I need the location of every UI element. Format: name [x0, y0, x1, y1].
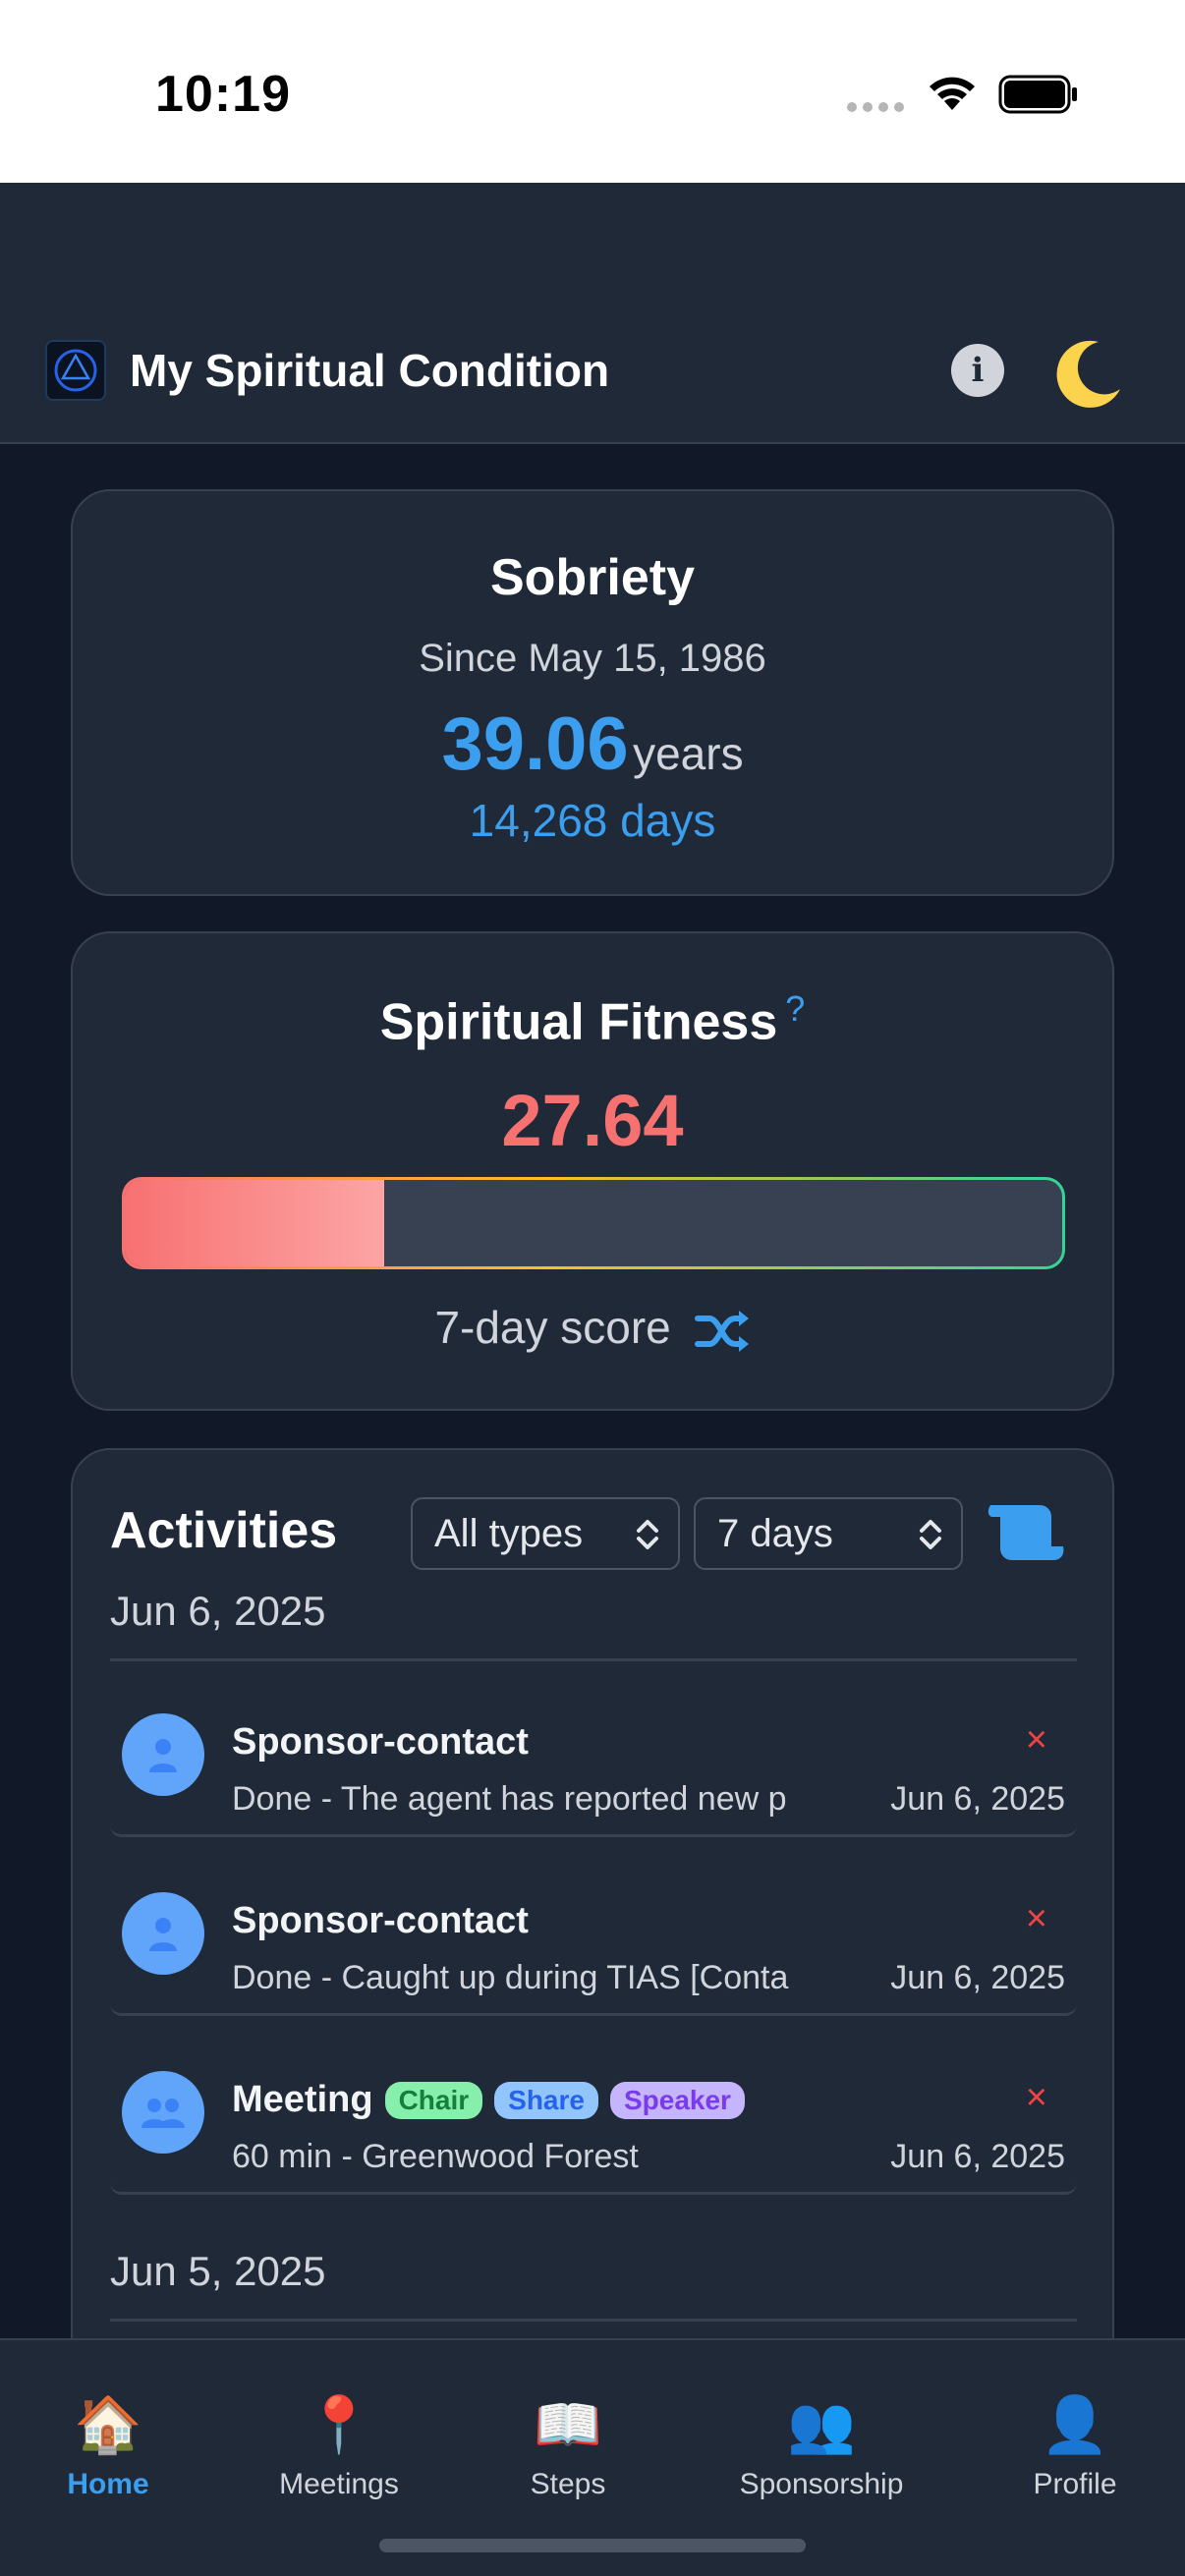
nav-sponsorship[interactable]: 👥 Sponsorship: [723, 2393, 920, 2501]
activity-type-label: Sponsor-contact: [232, 1900, 529, 1941]
group-icon: [141, 2099, 185, 2128]
activity-date-header: Jun 6, 2025: [110, 1588, 326, 1634]
sobriety-years-row: 39.06 years: [73, 701, 1112, 787]
activity-range-select[interactable]: 7 days: [694, 1497, 963, 1570]
activity-type-label: Meeting: [232, 2079, 373, 2120]
fitness-title: Spiritual Fitness: [379, 993, 778, 1051]
delete-activity-button[interactable]: ×: [1026, 1898, 1047, 1940]
wifi-icon: [930, 77, 975, 110]
activity-item[interactable]: Sponsor-contact × Done - Caught up durin…: [110, 1878, 1077, 2016]
person-icon: 👤: [1041, 2393, 1109, 2455]
tag-share: Share: [494, 2081, 598, 2119]
status-time: 10:19: [155, 66, 291, 123]
people-icon: 👥: [787, 2393, 856, 2455]
activity-avatar: [122, 1713, 204, 1796]
info-button[interactable]: i: [951, 344, 1004, 397]
status-bar: 10:19: [0, 0, 1185, 183]
person-icon: [149, 1918, 177, 1951]
nav-steps[interactable]: 📖 Steps: [470, 2393, 666, 2501]
book-icon: 📖: [534, 2393, 602, 2455]
divider: [110, 2319, 1077, 2322]
activity-avatar: [122, 1892, 204, 1975]
select-chevron-icon: [637, 1520, 658, 1549]
activity-date: Jun 6, 2025: [890, 1780, 1065, 1818]
pin-icon: 📍: [305, 2393, 373, 2455]
nav-meetings[interactable]: 📍 Meetings: [241, 2393, 437, 2501]
nav-label: Steps: [530, 2468, 606, 2500]
activity-name: Sponsor-contact: [232, 1900, 529, 1942]
activity-detail: 60 min - Greenwood Forest: [232, 2138, 639, 2175]
tag-chair: Chair: [384, 2081, 483, 2119]
spiritual-fitness-card: Spiritual Fitness? 27.64 7-day score: [71, 931, 1114, 1411]
nav-label: Meetings: [279, 2468, 399, 2500]
cellular-signal-icon: [847, 102, 904, 112]
activity-range-value: 7 days: [717, 1512, 833, 1555]
home-icon: 🏠: [74, 2393, 142, 2455]
nav-home[interactable]: 🏠 Home: [10, 2393, 206, 2501]
activity-date: Jun 6, 2025: [890, 2138, 1065, 2175]
activity-type-select[interactable]: All types: [411, 1497, 680, 1570]
info-icon: i: [971, 351, 985, 390]
app-title: My Spiritual Condition: [130, 345, 610, 396]
sobriety-title: Sobriety: [489, 549, 696, 606]
theme-toggle-moon-icon[interactable]: [1047, 334, 1128, 415]
activity-type-value: All types: [434, 1512, 584, 1555]
scroll-log-icon[interactable]: [985, 1499, 1069, 1564]
activity-name: Meeting Chair Share Speaker: [232, 2079, 745, 2121]
app-logo: [45, 340, 106, 401]
activity-name: Sponsor-contact: [232, 1721, 529, 1764]
sobriety-years-value: 39.06: [441, 702, 629, 786]
tag-speaker: Speaker: [609, 2081, 745, 2119]
fitness-caption-row: 7-day score: [73, 1301, 1112, 1354]
sobriety-since-date: Since May 15, 1986: [419, 637, 766, 680]
fitness-score: 27.64: [501, 1080, 684, 1161]
fitness-caption: 7-day score: [434, 1302, 671, 1353]
fitness-help-button[interactable]: ?: [785, 988, 805, 1029]
nav-label: Profile: [1033, 2468, 1117, 2500]
nav-profile[interactable]: 👤 Profile: [977, 2393, 1173, 2501]
activity-avatar: [122, 2071, 204, 2154]
activity-item[interactable]: Meeting Chair Share Speaker × 60 min - G…: [110, 2057, 1077, 2195]
activity-type-label: Sponsor-contact: [232, 1721, 529, 1763]
activity-detail: Done - The agent has reported new p: [232, 1780, 787, 1818]
person-icon: [149, 1739, 177, 1772]
sobriety-years-unit: years: [633, 728, 744, 779]
activity-date: Jun 6, 2025: [890, 1959, 1065, 1996]
nav-label: Home: [67, 2468, 149, 2500]
nav-label: Sponsorship: [739, 2468, 904, 2500]
app-header: [0, 183, 1185, 444]
activity-item[interactable]: Sponsor-contact × Done - The agent has r…: [110, 1700, 1077, 1837]
activity-detail: Done - Caught up during TIAS [Conta: [232, 1959, 789, 1996]
fitness-title-row: Spiritual Fitness?: [73, 988, 1112, 1051]
select-chevron-icon: [920, 1520, 941, 1549]
home-indicator[interactable]: [379, 2539, 806, 2552]
battery-icon: [998, 75, 1077, 114]
sobriety-days: 14,268 days: [469, 795, 716, 846]
delete-activity-button[interactable]: ×: [1026, 1719, 1047, 1762]
activity-date-header: Jun 5, 2025: [110, 2248, 326, 2294]
delete-activity-button[interactable]: ×: [1026, 2077, 1047, 2119]
fitness-progress-fill: [125, 1180, 384, 1266]
divider: [110, 1658, 1077, 1661]
logo-emblem-icon: [54, 349, 97, 392]
fitness-progress-bar: [122, 1177, 1065, 1269]
activities-title: Activities: [110, 1502, 338, 1559]
shuffle-icon[interactable]: [694, 1309, 751, 1354]
sobriety-card: Sobriety Since May 15, 1986 39.06 years …: [71, 489, 1114, 896]
